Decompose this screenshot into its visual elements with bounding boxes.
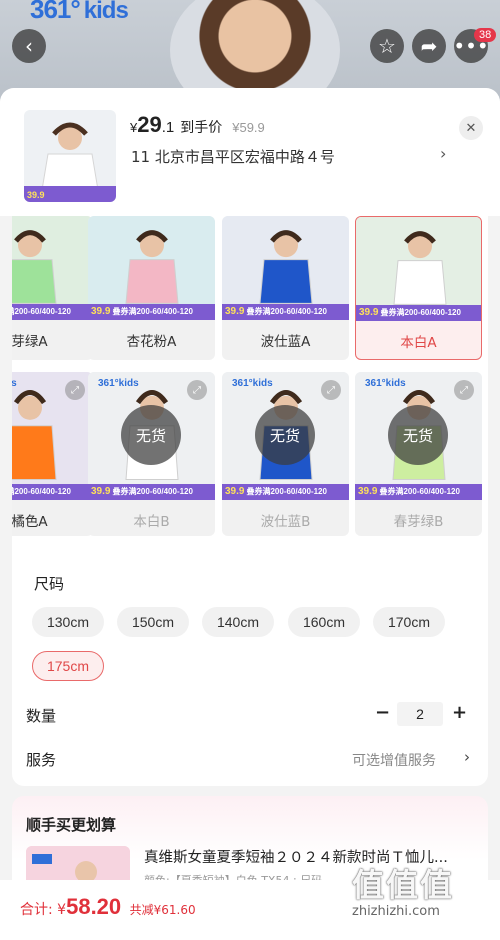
size-option[interactable]: 160cm bbox=[288, 607, 360, 637]
promo-strip: 39.9叠券满200-60/400-120 bbox=[355, 484, 482, 500]
sku-header: 39.9 ¥29.1 到手价 ¥59.9 11 北京市昌平区宏福中路４号 › ✕ bbox=[0, 88, 500, 216]
color-option-label: 杏花粉A bbox=[126, 334, 177, 350]
recommend-title: 顺手买更划算 bbox=[26, 816, 117, 834]
back-button[interactable]: ‹ bbox=[12, 29, 46, 63]
price-label: 到手价 bbox=[180, 119, 223, 135]
total-saving: 共减¥61.60 bbox=[129, 903, 196, 917]
quantity-input[interactable]: 2 bbox=[397, 702, 443, 726]
delivery-address[interactable]: 11 北京市昌平区宏福中路４号 bbox=[131, 146, 335, 167]
plus-icon[interactable]: + bbox=[452, 702, 467, 723]
color-option[interactable]: 361°kids ⤢ 39.9叠券满200-60/400-120 橘色A bbox=[12, 372, 93, 536]
color-option-label: 春芽绿B bbox=[393, 514, 444, 530]
service-label: 服务 bbox=[26, 751, 57, 769]
color-option-label: 本白A bbox=[400, 335, 437, 351]
chevron-right-icon[interactable]: › bbox=[440, 144, 446, 163]
expand-icon[interactable]: ⤢ bbox=[321, 380, 341, 400]
color-option: 361°kids ⤢ 39.9 叠券满200-60/400-120 本白B 无货 bbox=[88, 372, 215, 536]
price-block: ¥29.1 到手价 ¥59.9 bbox=[130, 112, 265, 137]
color-option[interactable]: 39.9 叠券满200-60/400-120 杏花粉A bbox=[88, 216, 215, 360]
brand-mini-logo: 361°kids bbox=[365, 378, 406, 389]
color-option-label: 波仕蓝A bbox=[260, 334, 311, 350]
size-title: 尺码 bbox=[34, 575, 65, 593]
original-price: ¥59.9 bbox=[232, 120, 265, 135]
selected-thumbnail[interactable]: 39.9 bbox=[24, 110, 116, 202]
chevron-right-icon[interactable]: › bbox=[464, 748, 470, 766]
size-option[interactable]: 130cm bbox=[32, 607, 104, 637]
size-option[interactable]: 175cm bbox=[32, 651, 104, 681]
sku-sheet: 39.9 ¥29.1 到手价 ¥59.9 11 北京市昌平区宏福中路４号 › ✕ 尺… bbox=[0, 88, 500, 940]
promo-strip: 39.9叠券满200-60/400-120 bbox=[12, 484, 93, 500]
promo-strip: 39.9叠券满200-60/400-120 bbox=[222, 304, 349, 320]
price-decimal: .1 bbox=[161, 119, 175, 136]
expand-icon[interactable]: ⤢ bbox=[65, 380, 85, 400]
promo-strip: 39.9叠券满200-60/400-120 bbox=[356, 305, 481, 321]
color-option: 361°kids ⤢ 39.9 叠券满200-60/400-120 春芽绿B 无货 bbox=[355, 372, 482, 536]
brand-mini-logo: 361°kids bbox=[12, 378, 17, 389]
out-of-stock-badge: 无货 bbox=[255, 405, 315, 465]
out-of-stock-badge: 无货 bbox=[121, 405, 181, 465]
size-option[interactable]: 140cm bbox=[202, 607, 274, 637]
promo-strip: 39.9叠券满200-60/400-120 bbox=[88, 304, 215, 320]
size-option[interactable]: 150cm bbox=[117, 607, 189, 637]
out-of-stock-badge: 无货 bbox=[388, 405, 448, 465]
color-option-label: 芽绿A bbox=[12, 334, 48, 350]
total-amount: 58.20 bbox=[66, 894, 122, 919]
minus-icon[interactable]: − bbox=[375, 702, 390, 723]
sku-options-card: 尺码 130cm 150cm 140cm 160cm 170cm 175cm 数量 − 2… bbox=[12, 216, 488, 786]
color-option[interactable]: 39.9叠券满200-60/400-120 芽绿A bbox=[12, 216, 93, 360]
share-button[interactable]: ➦ bbox=[412, 29, 446, 63]
brand-mini-logo: 361°kids bbox=[98, 378, 139, 389]
color-option: 361°kids ⤢ 39.9 叠券满200-60/400-120 波仕蓝B 无货 bbox=[222, 372, 349, 536]
expand-icon[interactable]: ⤢ bbox=[454, 380, 474, 400]
color-option-label: 波仕蓝B bbox=[260, 514, 311, 530]
color-option[interactable]: 39.9 叠券满200-60/400-120 本白A bbox=[355, 216, 482, 360]
expand-icon[interactable]: ⤢ bbox=[187, 380, 207, 400]
promo-strip: 39.9叠券满200-60/400-120 bbox=[12, 304, 93, 320]
share-icon: ➦ bbox=[420, 34, 438, 58]
color-option[interactable]: 39.9 叠券满200-60/400-120 波仕蓝A bbox=[222, 216, 349, 360]
brand-logo: 361° kids bbox=[30, 0, 129, 24]
star-icon: ☆ bbox=[378, 34, 396, 58]
size-option[interactable]: 170cm bbox=[373, 607, 445, 637]
thumb-promo-price: 39.9 bbox=[27, 190, 45, 200]
total-block: 合计: ¥58.20 共减¥61.60 bbox=[20, 894, 196, 919]
chevron-left-icon: ‹ bbox=[25, 34, 33, 58]
notification-badge: 38 bbox=[474, 28, 497, 42]
promo-strip: 39.9叠券满200-60/400-120 bbox=[88, 484, 215, 500]
color-option-label: 橘色A bbox=[12, 514, 48, 530]
promo-strip: 39.9叠券满200-60/400-120 bbox=[222, 484, 349, 500]
price-integer: 29 bbox=[137, 112, 162, 137]
service-value[interactable]: 可选增值服务 bbox=[352, 750, 436, 770]
watermark: 值值值 zhizhizhi.com bbox=[352, 866, 455, 919]
total-label: 合计: bbox=[20, 902, 53, 918]
brand-mini-logo: 361°kids bbox=[232, 378, 273, 389]
favorite-button[interactable]: ☆ bbox=[370, 29, 404, 63]
color-option-label: 本白B bbox=[133, 514, 170, 530]
close-icon[interactable]: ✕ bbox=[459, 116, 483, 140]
quantity-label: 数量 bbox=[26, 707, 57, 725]
